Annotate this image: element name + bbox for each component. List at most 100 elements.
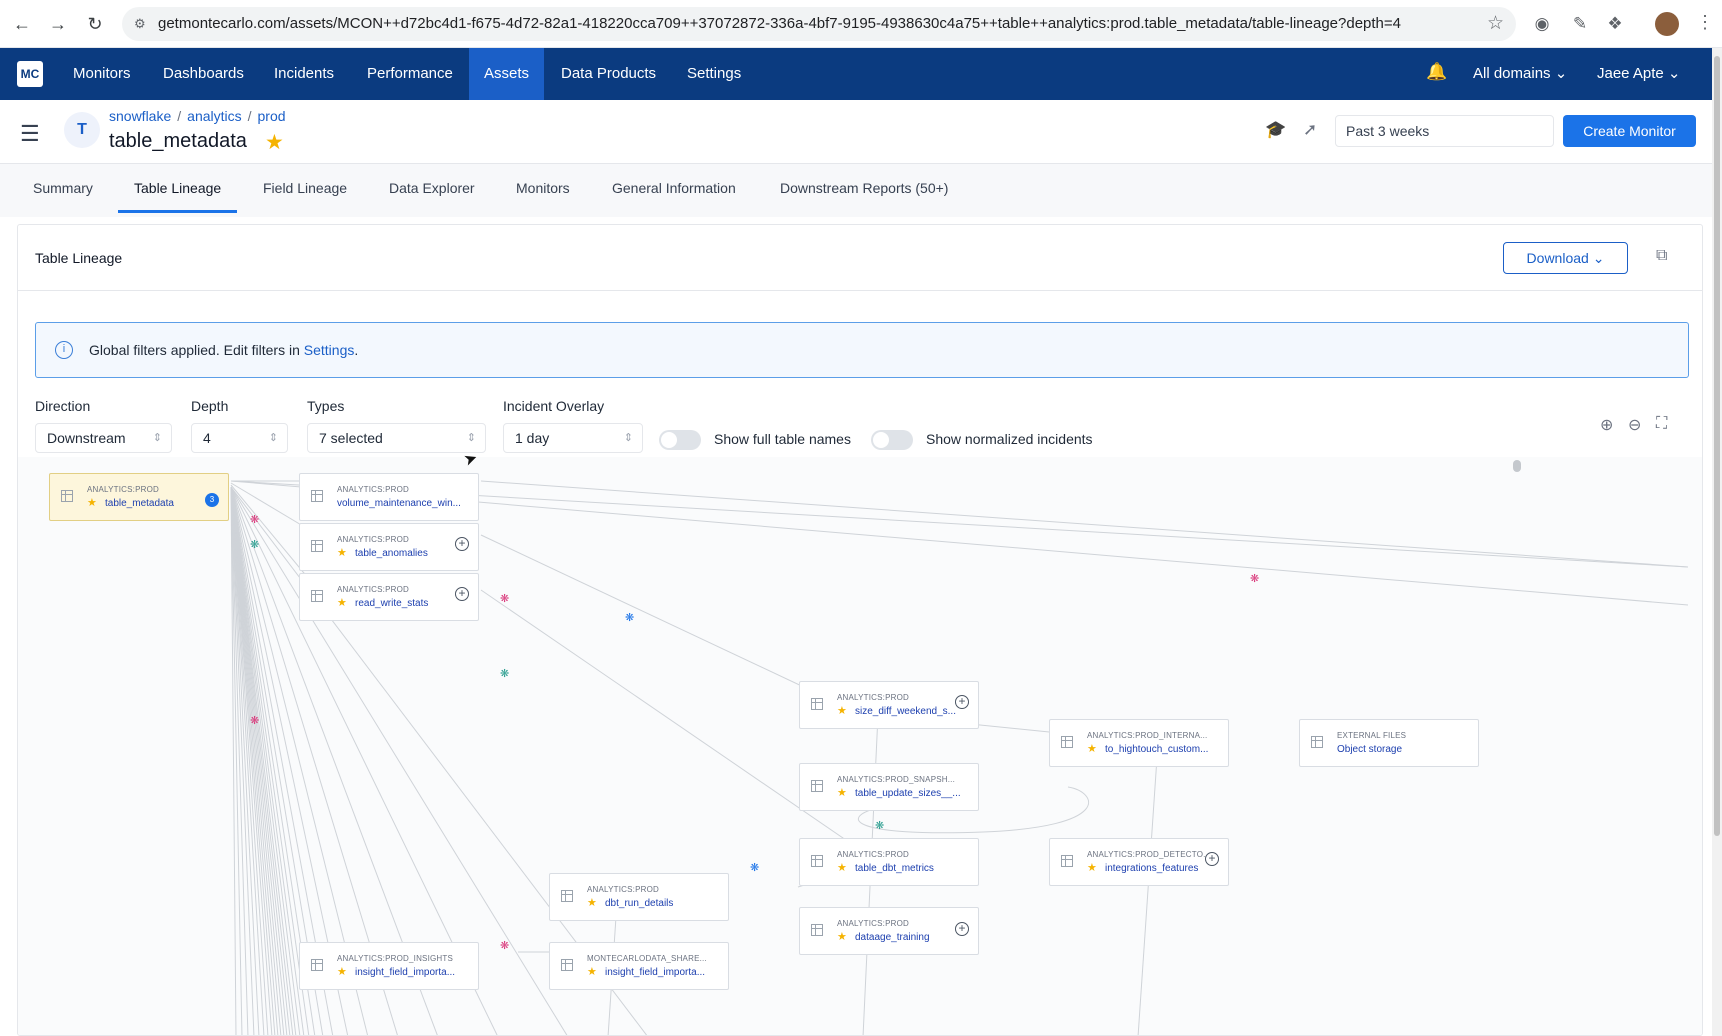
site-settings-icon[interactable]: ⚙ bbox=[134, 16, 150, 32]
pipeline-pinwheel-icon[interactable]: ❋ bbox=[750, 861, 759, 874]
tab-table-lineage[interactable]: Table Lineage bbox=[118, 180, 238, 213]
download-button[interactable]: Download ⌄ bbox=[1503, 242, 1628, 274]
lineage-node[interactable]: ANALYTICS:PROD ★ size_diff_weekend_s... bbox=[799, 681, 979, 729]
lineage-node[interactable]: MONTECARLODATA_SHARE... ★ insight_field_… bbox=[549, 942, 729, 990]
expand-node-plus-icon[interactable]: + bbox=[455, 587, 469, 601]
depth-select[interactable]: 4 ⇕ bbox=[191, 423, 288, 453]
tab-monitors[interactable]: Monitors bbox=[516, 180, 570, 210]
graph-scrollbar[interactable] bbox=[1513, 460, 1521, 472]
lineage-node[interactable]: ANALYTICS:PROD ★ table_anomalies bbox=[299, 523, 479, 571]
lineage-node[interactable]: ANALYTICS:PROD ★ table_dbt_metrics bbox=[799, 838, 979, 886]
lineage-node[interactable]: ANALYTICS:PROD_DETECTO... ★ integrations… bbox=[1049, 838, 1229, 886]
pipeline-pinwheel-icon[interactable]: ❋ bbox=[500, 592, 509, 605]
direction-select[interactable]: Downstream ⇕ bbox=[35, 423, 172, 453]
lineage-node[interactable]: ANALYTICS:PROD ★ dataage_training bbox=[799, 907, 979, 955]
hamburger-menu-icon[interactable]: ☰ bbox=[20, 121, 40, 147]
breadcrumb-schema[interactable]: prod bbox=[258, 108, 286, 124]
node-name: table_update_sizes__... bbox=[855, 788, 961, 799]
create-monitor-button[interactable]: Create Monitor bbox=[1563, 115, 1696, 147]
notification-bell-icon[interactable]: 🔔 bbox=[1426, 62, 1447, 82]
table-icon bbox=[311, 959, 323, 971]
expand-node-plus-icon[interactable]: + bbox=[455, 537, 469, 551]
nav-monitors[interactable]: Monitors bbox=[58, 48, 146, 100]
direction-value: Downstream bbox=[47, 430, 126, 446]
pipeline-pinwheel-icon[interactable]: ❋ bbox=[250, 513, 259, 526]
pipeline-pinwheel-icon[interactable]: ❋ bbox=[250, 538, 259, 551]
expand-node-plus-icon[interactable]: + bbox=[955, 695, 969, 709]
tab-downstream-reports[interactable]: Downstream Reports (50+) bbox=[780, 180, 948, 210]
lineage-node[interactable]: ANALYTICS:PROD_INSIGHTS ★ insight_field_… bbox=[299, 942, 479, 990]
bookmark-star-icon[interactable]: ☆ bbox=[1487, 12, 1504, 35]
tab-field-lineage[interactable]: Field Lineage bbox=[263, 180, 347, 210]
lineage-node-source[interactable]: ANALYTICS:PROD ★ table_metadata 3 bbox=[49, 473, 229, 521]
download-label: Download bbox=[1526, 250, 1589, 266]
nav-incidents[interactable]: Incidents bbox=[259, 48, 349, 100]
pipeline-pinwheel-icon[interactable]: ❋ bbox=[625, 611, 634, 624]
pipeline-pinwheel-icon[interactable]: ❋ bbox=[250, 714, 259, 727]
lineage-node[interactable]: ANALYTICS:PROD volume_maintenance_win... bbox=[299, 473, 479, 521]
types-select[interactable]: 7 selected ⇕ bbox=[307, 423, 486, 453]
node-schema: ANALYTICS:PROD bbox=[337, 585, 409, 594]
address-bar[interactable]: ⚙ getmontecarlo.com/assets/MCON++d72bc4d… bbox=[122, 7, 1516, 41]
incident-overlay-value: 1 day bbox=[515, 430, 550, 446]
extension-pen-icon[interactable]: ✎ bbox=[1568, 12, 1592, 36]
nav-settings[interactable]: Settings bbox=[672, 48, 756, 100]
zoom-in-icon[interactable]: ⊕ bbox=[1600, 415, 1613, 435]
tab-general-information[interactable]: General Information bbox=[612, 180, 736, 210]
lineage-node[interactable]: ANALYTICS:PROD_SNAPSH... ★ table_update_… bbox=[799, 763, 979, 811]
user-menu[interactable]: Jaee Apte ⌄ bbox=[1597, 48, 1680, 100]
nav-data-products[interactable]: Data Products bbox=[546, 48, 671, 100]
banner-suffix: . bbox=[354, 342, 359, 358]
pipeline-pinwheel-icon[interactable]: ❋ bbox=[500, 667, 509, 680]
expand-node-plus-icon[interactable]: + bbox=[1205, 852, 1219, 866]
full-names-toggle[interactable] bbox=[659, 430, 701, 450]
star-icon: ★ bbox=[587, 897, 597, 909]
fit-view-icon[interactable]: ⛶ bbox=[1656, 415, 1667, 433]
lineage-graph[interactable]: ❋ ❋ ❋ ❋ ❋ ❋ ❋ ❋ ❋ ❋ ANALYTICS:PROD ★ tab… bbox=[18, 457, 1702, 1035]
nav-assets[interactable]: Assets bbox=[469, 48, 545, 100]
pipeline-pinwheel-icon[interactable]: ❋ bbox=[1250, 572, 1259, 585]
time-range-select[interactable]: Past 3 weeks bbox=[1335, 115, 1554, 147]
nav-dashboards[interactable]: Dashboards bbox=[148, 48, 259, 100]
zoom-out-icon[interactable]: ⊖ bbox=[1628, 415, 1641, 435]
nav-performance[interactable]: Performance bbox=[352, 48, 468, 100]
pin-icon[interactable]: ➚ bbox=[1303, 120, 1317, 140]
info-banner: i Global filters applied. Edit filters i… bbox=[35, 322, 1689, 378]
star-icon: ★ bbox=[337, 966, 347, 978]
node-schema: MONTECARLODATA_SHARE... bbox=[587, 954, 707, 963]
pipeline-pinwheel-icon[interactable]: ❋ bbox=[875, 819, 884, 832]
star-icon: ★ bbox=[337, 547, 347, 559]
pipeline-pinwheel-icon[interactable]: ❋ bbox=[500, 939, 509, 952]
expand-icon[interactable]: ⧉ bbox=[1656, 247, 1667, 265]
tab-summary[interactable]: Summary bbox=[33, 180, 93, 210]
incident-badge[interactable]: 3 bbox=[205, 493, 219, 507]
favorite-star-icon[interactable]: ★ bbox=[265, 130, 284, 155]
node-schema: ANALYTICS:PROD_SNAPSH... bbox=[837, 775, 956, 784]
extension-icon[interactable]: ◉ bbox=[1530, 12, 1554, 36]
tab-data-explorer[interactable]: Data Explorer bbox=[389, 180, 475, 210]
settings-link[interactable]: Settings bbox=[304, 342, 355, 358]
breadcrumb-warehouse[interactable]: snowflake bbox=[109, 108, 171, 124]
page-scrollbar-thumb[interactable] bbox=[1714, 56, 1720, 836]
expand-node-plus-icon[interactable]: + bbox=[955, 922, 969, 936]
domains-dropdown[interactable]: All domains ⌄ bbox=[1473, 48, 1567, 100]
incident-overlay-select[interactable]: 1 day ⇕ bbox=[503, 423, 643, 453]
lineage-node-external[interactable]: EXTERNAL FILES Object storage bbox=[1299, 719, 1479, 767]
url-text[interactable]: getmontecarlo.com/assets/MCON++d72bc4d1-… bbox=[158, 15, 1401, 32]
table-icon bbox=[561, 959, 573, 971]
learn-icon[interactable]: 🎓 bbox=[1265, 120, 1286, 140]
normalized-incidents-toggle[interactable] bbox=[871, 430, 913, 450]
logo[interactable]: MC bbox=[17, 61, 43, 87]
back-icon[interactable]: ← bbox=[11, 13, 33, 35]
reload-icon[interactable]: ↻ bbox=[84, 13, 106, 35]
extensions-puzzle-icon[interactable]: ❖ bbox=[1603, 12, 1627, 36]
breadcrumb-database[interactable]: analytics bbox=[187, 108, 241, 124]
breadcrumb: snowflake / analytics / prod bbox=[109, 108, 286, 124]
lineage-node[interactable]: ANALYTICS:PROD_INTERNA... ★ to_hightouch… bbox=[1049, 719, 1229, 767]
browser-menu-icon[interactable]: ⋮ bbox=[1696, 12, 1714, 33]
page-scrollbar[interactable] bbox=[1712, 48, 1722, 1036]
lineage-node[interactable]: ANALYTICS:PROD ★ dbt_run_details bbox=[549, 873, 729, 921]
forward-icon[interactable]: → bbox=[47, 13, 69, 35]
lineage-node[interactable]: ANALYTICS:PROD ★ read_write_stats bbox=[299, 573, 479, 621]
browser-profile-avatar[interactable] bbox=[1655, 12, 1679, 36]
